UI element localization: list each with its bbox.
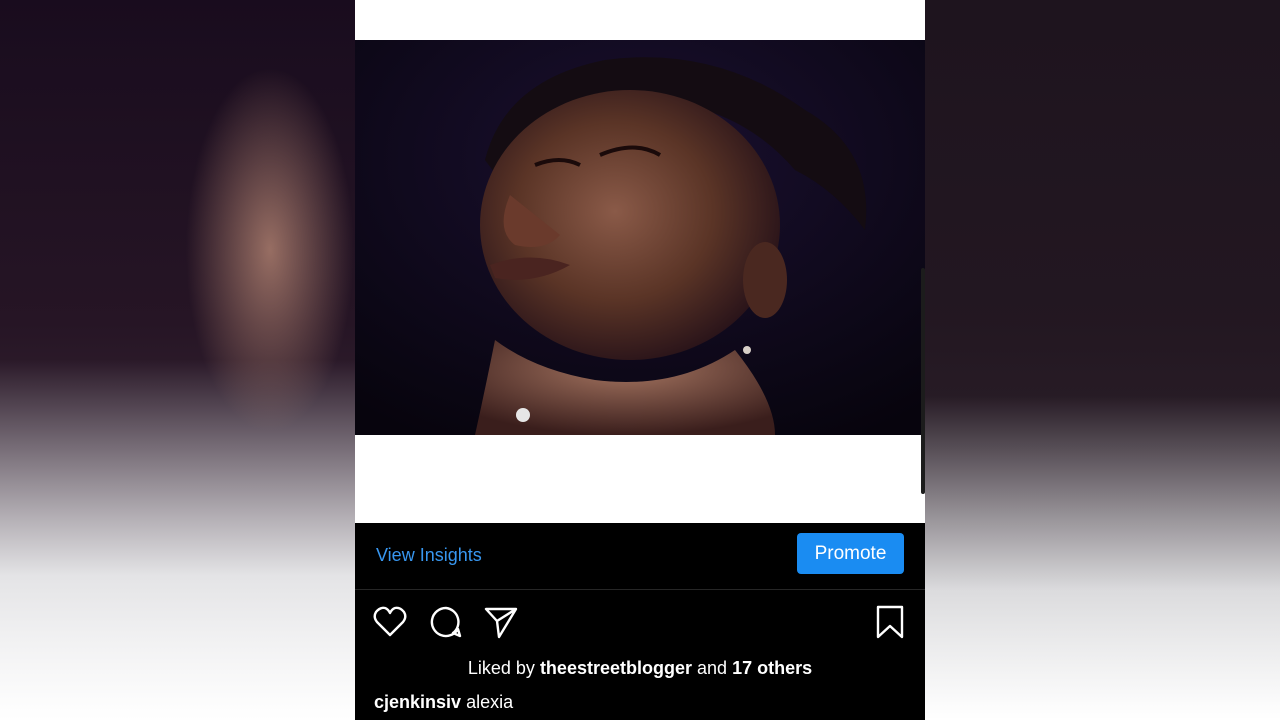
blurred-background-right xyxy=(925,0,1280,720)
scrollbar-thumb[interactable] xyxy=(921,268,925,494)
bookmark-icon[interactable] xyxy=(872,604,908,640)
caption-username[interactable]: cjenkinsiv xyxy=(374,692,461,712)
likes-others-count[interactable]: 17 others xyxy=(732,658,812,678)
blurred-background-left xyxy=(0,0,355,720)
post-caption: cjenkinsiv alexia xyxy=(374,692,513,713)
image-padding-bottom xyxy=(355,435,925,523)
caption-text: alexia xyxy=(466,692,514,712)
insights-bar: View Insights Promote xyxy=(355,523,925,590)
heart-icon[interactable] xyxy=(372,604,408,640)
likes-and: and xyxy=(697,658,728,678)
likes-prefix: Liked by xyxy=(467,658,535,678)
liker-username[interactable]: theestreetblogger xyxy=(540,658,692,678)
send-paper-plane-icon[interactable] xyxy=(483,604,519,640)
instagram-post-view: View Insights Promote Liked by theestree… xyxy=(355,0,925,720)
promote-button[interactable]: Promote xyxy=(797,533,904,574)
post-action-row xyxy=(355,598,925,646)
image-padding-top xyxy=(355,0,925,40)
likes-summary: Liked by theestreetblogger and 17 others xyxy=(355,658,925,679)
view-insights-link[interactable]: View Insights xyxy=(376,545,482,566)
post-image[interactable] xyxy=(355,40,925,435)
screen: View Insights Promote Liked by theestree… xyxy=(0,0,1280,720)
portrait-photo xyxy=(355,40,925,435)
comment-bubble-icon[interactable] xyxy=(428,604,464,640)
